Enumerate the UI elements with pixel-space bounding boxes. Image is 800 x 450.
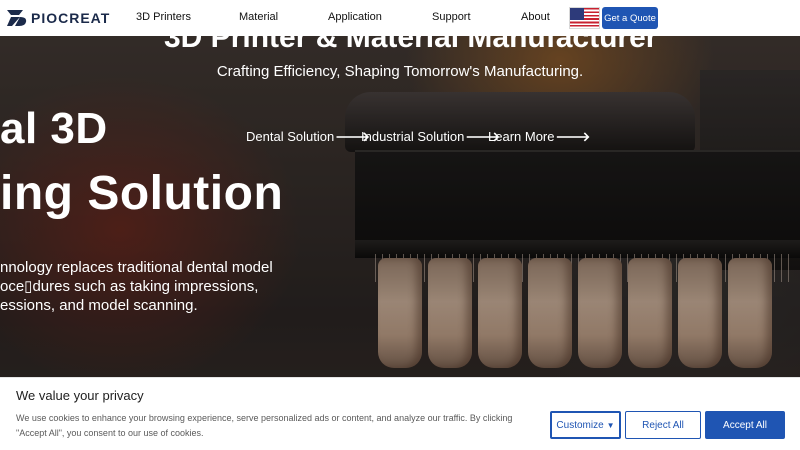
slide-paragraph-line: oce▯dures such as taking impressions, [0,278,259,295]
piocreat-logo-icon [6,8,28,28]
slide-paragraph-line: essions, and model scanning. [0,297,198,314]
arrow-right-icon: 🡒 [555,129,591,144]
slide-paragraph-line: nnology replaces traditional dental mode… [0,259,273,276]
cookie-description-line: We use cookies to enhance your browsing … [16,413,513,423]
hero-link-label: Industrial Solution [361,129,465,144]
cookie-description: We use cookies to enhance your browsing … [16,411,536,441]
customize-button[interactable]: Customize ▼ [550,411,621,439]
slide-paragraph: nnology replaces traditional dental mode… [0,258,300,315]
slide-title-line2: ing Solution [0,167,284,220]
nav-item-about[interactable]: About [521,11,550,23]
brand-logo[interactable]: PIOCREAT [6,8,110,28]
hero-tagline: Crafting Efficiency, Shaping Tomorrow's … [216,63,584,80]
customize-label: Customize [556,419,604,431]
dental-solution-link[interactable]: Dental Solution🡒 [246,129,370,145]
get-a-quote-button[interactable]: Get a Quote [602,7,658,29]
top-navigation: PIOCREAT 3D Printers Material Applicatio… [0,0,800,36]
learn-more-link[interactable]: Learn More🡒 [488,129,590,145]
hero-link-label: Dental Solution [246,129,335,144]
flag-canton [570,8,584,20]
chevron-down-icon: ▼ [606,420,615,430]
brand-name: PIOCREAT [31,10,111,26]
industrial-solution-link[interactable]: Industrial Solution🡒 [361,129,500,145]
hero-links: Dental Solution🡒 Industrial Solution🡒 Le… [0,129,800,147]
accept-all-button[interactable]: Accept All [705,411,785,439]
cookie-description-line: "Accept All", you consent to our use of … [16,428,204,438]
nav-item-application[interactable]: Application [328,11,382,23]
hero-link-label: Learn More [488,129,555,144]
cookie-consent-banner: We value your privacy We use cookies to … [0,377,800,450]
cookie-title: We value your privacy [16,388,144,403]
nav-item-material[interactable]: Material [239,11,278,23]
us-flag-icon[interactable] [569,7,600,29]
nav-item-3d-printers[interactable]: 3D Printers [136,11,191,23]
reject-all-button[interactable]: Reject All [625,411,701,439]
nav-item-support[interactable]: Support [432,11,471,23]
